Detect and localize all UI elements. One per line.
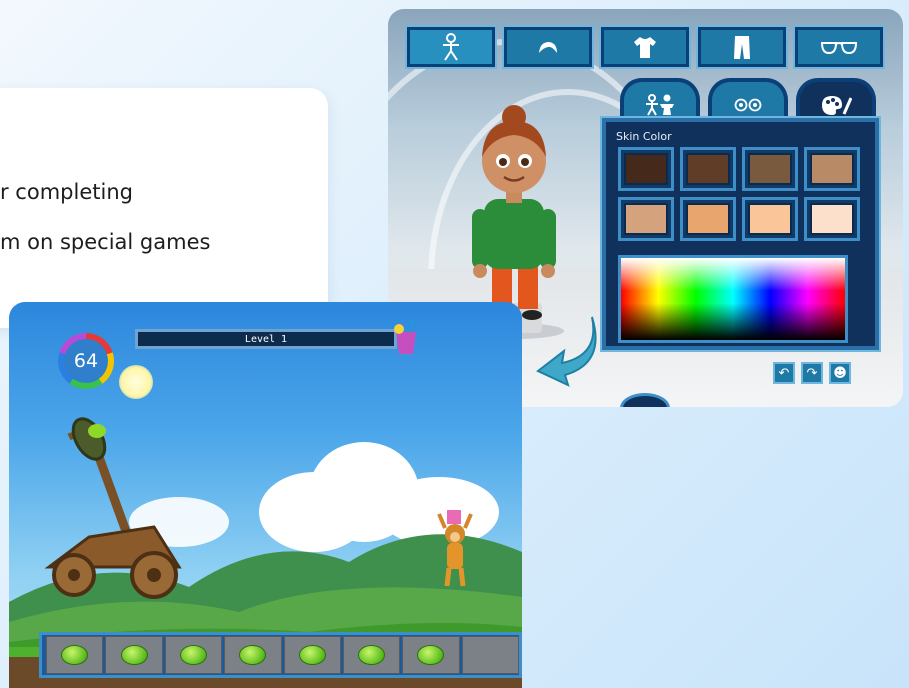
level-label: Level 1 xyxy=(244,333,288,345)
redo-button[interactable]: ↷ xyxy=(801,362,823,384)
card-text-line-1: r completing xyxy=(0,180,133,204)
lime-icon xyxy=(298,645,326,665)
game-screenshot: 64 Level 1 xyxy=(9,302,522,688)
level-progress-bar: Level 1 xyxy=(135,329,397,349)
swatch-color xyxy=(810,153,854,185)
ammo-slot[interactable] xyxy=(402,636,460,674)
lime-icon xyxy=(358,645,386,665)
color-spectrum-picker[interactable] xyxy=(618,255,848,343)
body-category-button[interactable] xyxy=(405,25,497,69)
hair-category-button[interactable] xyxy=(502,25,594,69)
body-icon xyxy=(443,33,459,61)
lime-icon xyxy=(120,645,148,665)
card-text-line-2: m on special games xyxy=(0,230,211,254)
color-picker-panel: Skin Color xyxy=(600,116,881,352)
lime-icon xyxy=(417,645,445,665)
eyes-icon xyxy=(734,98,762,112)
redo-icon: ↷ xyxy=(806,365,818,381)
pants-icon xyxy=(734,36,750,59)
score-value: 64 xyxy=(64,339,108,383)
lime-icon xyxy=(179,645,207,665)
ammo-slot[interactable] xyxy=(164,636,223,674)
swatch-color xyxy=(624,153,668,185)
shirt-category-button[interactable] xyxy=(599,25,691,69)
undo-button[interactable]: ↶ xyxy=(773,362,795,384)
drink-cup-icon xyxy=(394,320,416,354)
glasses-category-button[interactable] xyxy=(793,25,885,69)
swatch-color xyxy=(748,203,792,235)
curved-arrow-icon xyxy=(536,316,597,387)
hair-icon xyxy=(539,42,557,53)
sun xyxy=(119,365,153,399)
ammo-tray xyxy=(39,632,522,678)
avatar-category-toolbar xyxy=(405,25,885,69)
glasses-icon xyxy=(820,42,858,55)
editor-action-buttons: ↶ ↷ ☻ xyxy=(773,362,851,384)
ammo-slot[interactable] xyxy=(342,636,401,674)
ammo-slot[interactable] xyxy=(105,636,163,674)
ammo-slot[interactable] xyxy=(461,636,519,674)
swatch-color xyxy=(686,153,730,185)
ammo-slot[interactable] xyxy=(46,636,104,674)
skin-swatch[interactable] xyxy=(680,197,736,241)
score-ring: 64 xyxy=(58,333,114,389)
swatch-color xyxy=(748,153,792,185)
skin-swatch[interactable] xyxy=(680,147,736,191)
skin-swatch[interactable] xyxy=(804,197,860,241)
catapult xyxy=(44,417,182,599)
swatch-color xyxy=(624,203,668,235)
info-card: r completing m on special games xyxy=(0,88,328,328)
skin-swatch[interactable] xyxy=(742,147,798,191)
skin-swatch[interactable] xyxy=(804,147,860,191)
reset-avatar-icon: ☻ xyxy=(833,365,847,381)
swatch-color xyxy=(686,203,730,235)
lime-icon xyxy=(239,645,267,665)
lime-icon xyxy=(61,645,89,665)
pants-category-button[interactable] xyxy=(696,25,788,69)
skin-swatch-grid xyxy=(618,147,860,241)
undo-icon: ↶ xyxy=(778,365,790,381)
swatch-color xyxy=(810,203,854,235)
skin-swatch[interactable] xyxy=(618,197,674,241)
people-icon xyxy=(646,94,674,116)
skin-color-label: Skin Color xyxy=(616,130,672,143)
skin-swatch[interactable] xyxy=(742,197,798,241)
monkey-character xyxy=(437,510,473,587)
ammo-slot[interactable] xyxy=(224,636,282,674)
palette-icon xyxy=(822,96,852,115)
skin-swatch[interactable] xyxy=(618,147,674,191)
reset-avatar-button[interactable]: ☻ xyxy=(829,362,851,384)
shirt-icon xyxy=(634,37,656,58)
ammo-slot[interactable] xyxy=(283,636,341,674)
